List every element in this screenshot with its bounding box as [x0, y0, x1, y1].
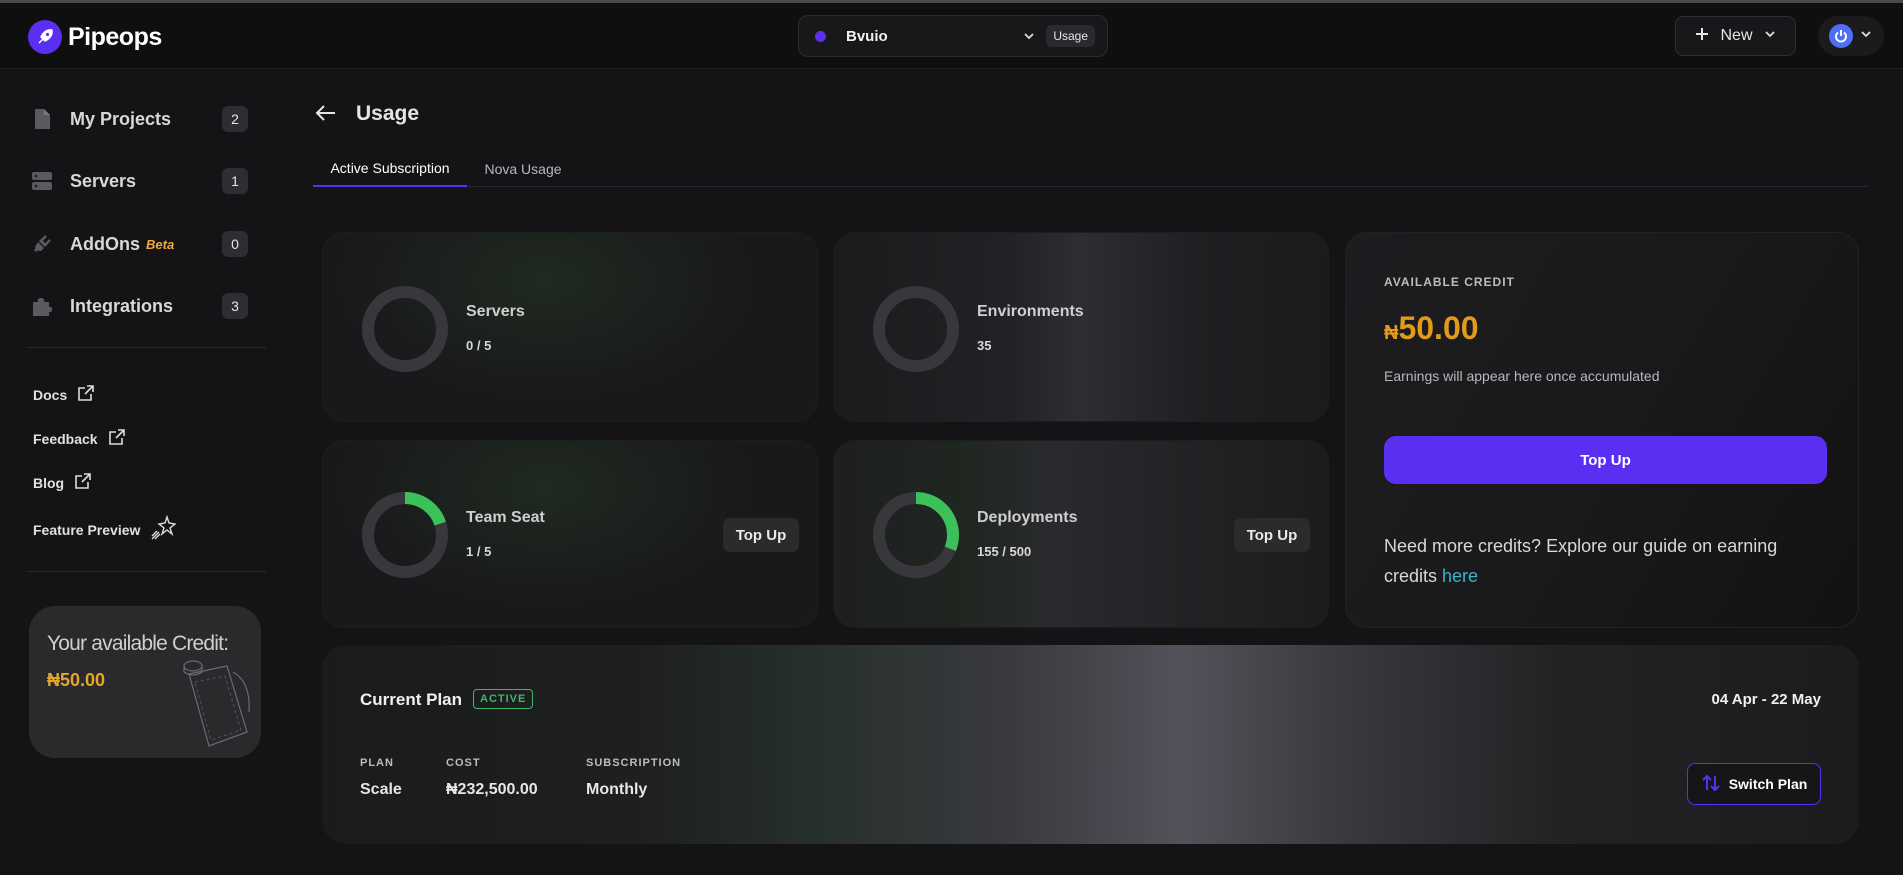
brand-name: Pipeops [68, 22, 162, 51]
sidebar-link-label: Docs [33, 386, 68, 403]
sidebar-link-label: Feature Preview [33, 521, 141, 538]
plan-column-label: PLAN [360, 757, 394, 769]
workspace-badge: Usage [1046, 25, 1095, 47]
current-plan-card: Current Plan ACTIVE 04 Apr - 22 May PLAN… [322, 645, 1859, 844]
chevron-down-icon[interactable] [1022, 29, 1036, 43]
stat-value: 155 / 500 [977, 544, 1032, 559]
top-header: Pipeops Bvuio Usage New [0, 3, 1903, 69]
ring-track [873, 286, 959, 372]
usage-ring [873, 286, 959, 372]
status-badge: ACTIVE [473, 689, 534, 709]
usage-ring [873, 492, 959, 578]
plan-date-range: 04 Apr - 22 May [1711, 691, 1822, 708]
wallet-illustration-icon [183, 660, 250, 747]
document-icon [30, 107, 54, 131]
usage-tabs: Active Subscription Nova Usage [313, 150, 1868, 187]
workspace-switcher[interactable]: Bvuio Usage [798, 15, 1108, 57]
usage-ring [362, 286, 448, 372]
credits-guide-link[interactable]: here [1442, 566, 1478, 586]
stat-card-servers: Servers 0 / 5 [322, 232, 818, 422]
page-title: Usage [356, 102, 420, 125]
sidebar-item-label: Servers [70, 170, 137, 191]
sidebar-item-label: My Projects [70, 108, 172, 129]
credit-value: 50.00 [1398, 310, 1479, 346]
count-badge: 0 [222, 231, 248, 257]
plus-icon [1694, 26, 1710, 47]
available-credit-amount: ₦50.00 [1384, 310, 1479, 347]
available-credit-label: AVAILABLE CREDIT [1384, 275, 1515, 289]
count-badge: 2 [222, 106, 248, 132]
back-arrow-icon[interactable] [315, 104, 337, 127]
cost-column-value: ₦232,500.00 [446, 781, 538, 798]
available-credit-panel: AVAILABLE CREDIT ₦50.00 Earnings will ap… [1345, 232, 1859, 628]
credit-card-amount: ₦50.00 [47, 670, 106, 690]
credit-note: Earnings will appear here once accumulat… [1384, 368, 1660, 384]
team-seat-top-up-button[interactable]: Top Up [723, 518, 799, 552]
stat-card-environments: Environments 35 [833, 232, 1329, 422]
sidebar-item-addons[interactable]: AddOns Beta 0 [30, 226, 250, 262]
subscription-column-value: Monthly [586, 781, 648, 798]
switch-plan-button[interactable]: Switch Plan [1687, 763, 1821, 805]
stat-label: Deployments [977, 509, 1078, 526]
stat-label: Environments [977, 303, 1084, 320]
stat-card-team-seat: Team Seat 1 / 5 Top Up [322, 440, 818, 628]
top-up-button[interactable]: Top Up [1384, 436, 1827, 484]
tab-nova-usage[interactable]: Nova Usage [467, 150, 579, 187]
sidebar-divider [27, 347, 266, 348]
sidebar-link-feedback[interactable]: Feedback [33, 428, 126, 449]
avatar [1829, 24, 1853, 48]
plug-icon [30, 232, 54, 256]
user-menu-button[interactable] [1818, 16, 1884, 56]
subscription-column-label: SUBSCRIPTION [586, 757, 682, 769]
sidebar-item-label: AddOns [70, 233, 140, 254]
new-button-label: New [1720, 27, 1753, 44]
external-link-icon [74, 472, 92, 493]
swap-arrows-icon [1701, 773, 1721, 796]
rocket-icon [28, 20, 62, 54]
stat-value: 1 / 5 [466, 544, 492, 559]
count-badge: 3 [222, 293, 248, 319]
sidebar-item-servers[interactable]: Servers 1 [30, 163, 250, 199]
currency-symbol: ₦ [1384, 322, 1399, 344]
stat-value: 35 [977, 338, 992, 353]
external-link-icon [77, 384, 95, 405]
ring-track [362, 286, 448, 372]
puzzle-icon [30, 294, 54, 318]
plan-column-value: Scale [360, 781, 402, 798]
sidebar-link-docs[interactable]: Docs [33, 384, 95, 405]
count-badge: 1 [222, 168, 248, 194]
switch-plan-label: Switch Plan [1728, 776, 1808, 792]
server-icon [30, 169, 54, 193]
stat-label: Team Seat [466, 509, 545, 526]
sidebar-item-integrations[interactable]: Integrations 3 [30, 288, 250, 324]
chevron-down-icon [1763, 27, 1777, 46]
current-plan-title: Current Plan [360, 690, 463, 709]
new-button[interactable]: New [1675, 16, 1796, 56]
sidebar-link-blog[interactable]: Blog [33, 472, 92, 493]
deployments-top-up-button[interactable]: Top Up [1234, 518, 1310, 552]
sparkle-icon [150, 514, 178, 544]
sidebar-credit-card: Your available Credit: ₦50.00 [29, 606, 261, 758]
cost-column-label: COST [446, 757, 481, 769]
tab-active-subscription[interactable]: Active Subscription [313, 150, 467, 187]
workspace-name: Bvuio [846, 27, 888, 45]
stat-label: Servers [466, 303, 525, 320]
chevron-down-icon [1859, 27, 1873, 46]
sidebar-link-label: Feedback [33, 430, 98, 447]
stat-card-deployments: Deployments 155 / 500 Top Up [833, 440, 1329, 628]
usage-ring [362, 492, 448, 578]
sidebar-divider [27, 571, 266, 572]
stat-value: 0 / 5 [466, 338, 492, 353]
sidebar-item-my-projects[interactable]: My Projects 2 [30, 101, 250, 137]
credits-guide-text: Need more credits? Explore our guide on … [1384, 531, 1824, 591]
beta-badge: Beta [146, 236, 175, 252]
brand-logo[interactable]: Pipeops [28, 20, 162, 54]
sidebar-link-feature-preview[interactable]: Feature Preview [33, 514, 178, 544]
sidebar-item-label: Integrations [70, 295, 174, 316]
sidebar-link-label: Blog [33, 474, 65, 491]
external-link-icon [108, 428, 126, 449]
workspace-dot-icon [815, 30, 826, 42]
